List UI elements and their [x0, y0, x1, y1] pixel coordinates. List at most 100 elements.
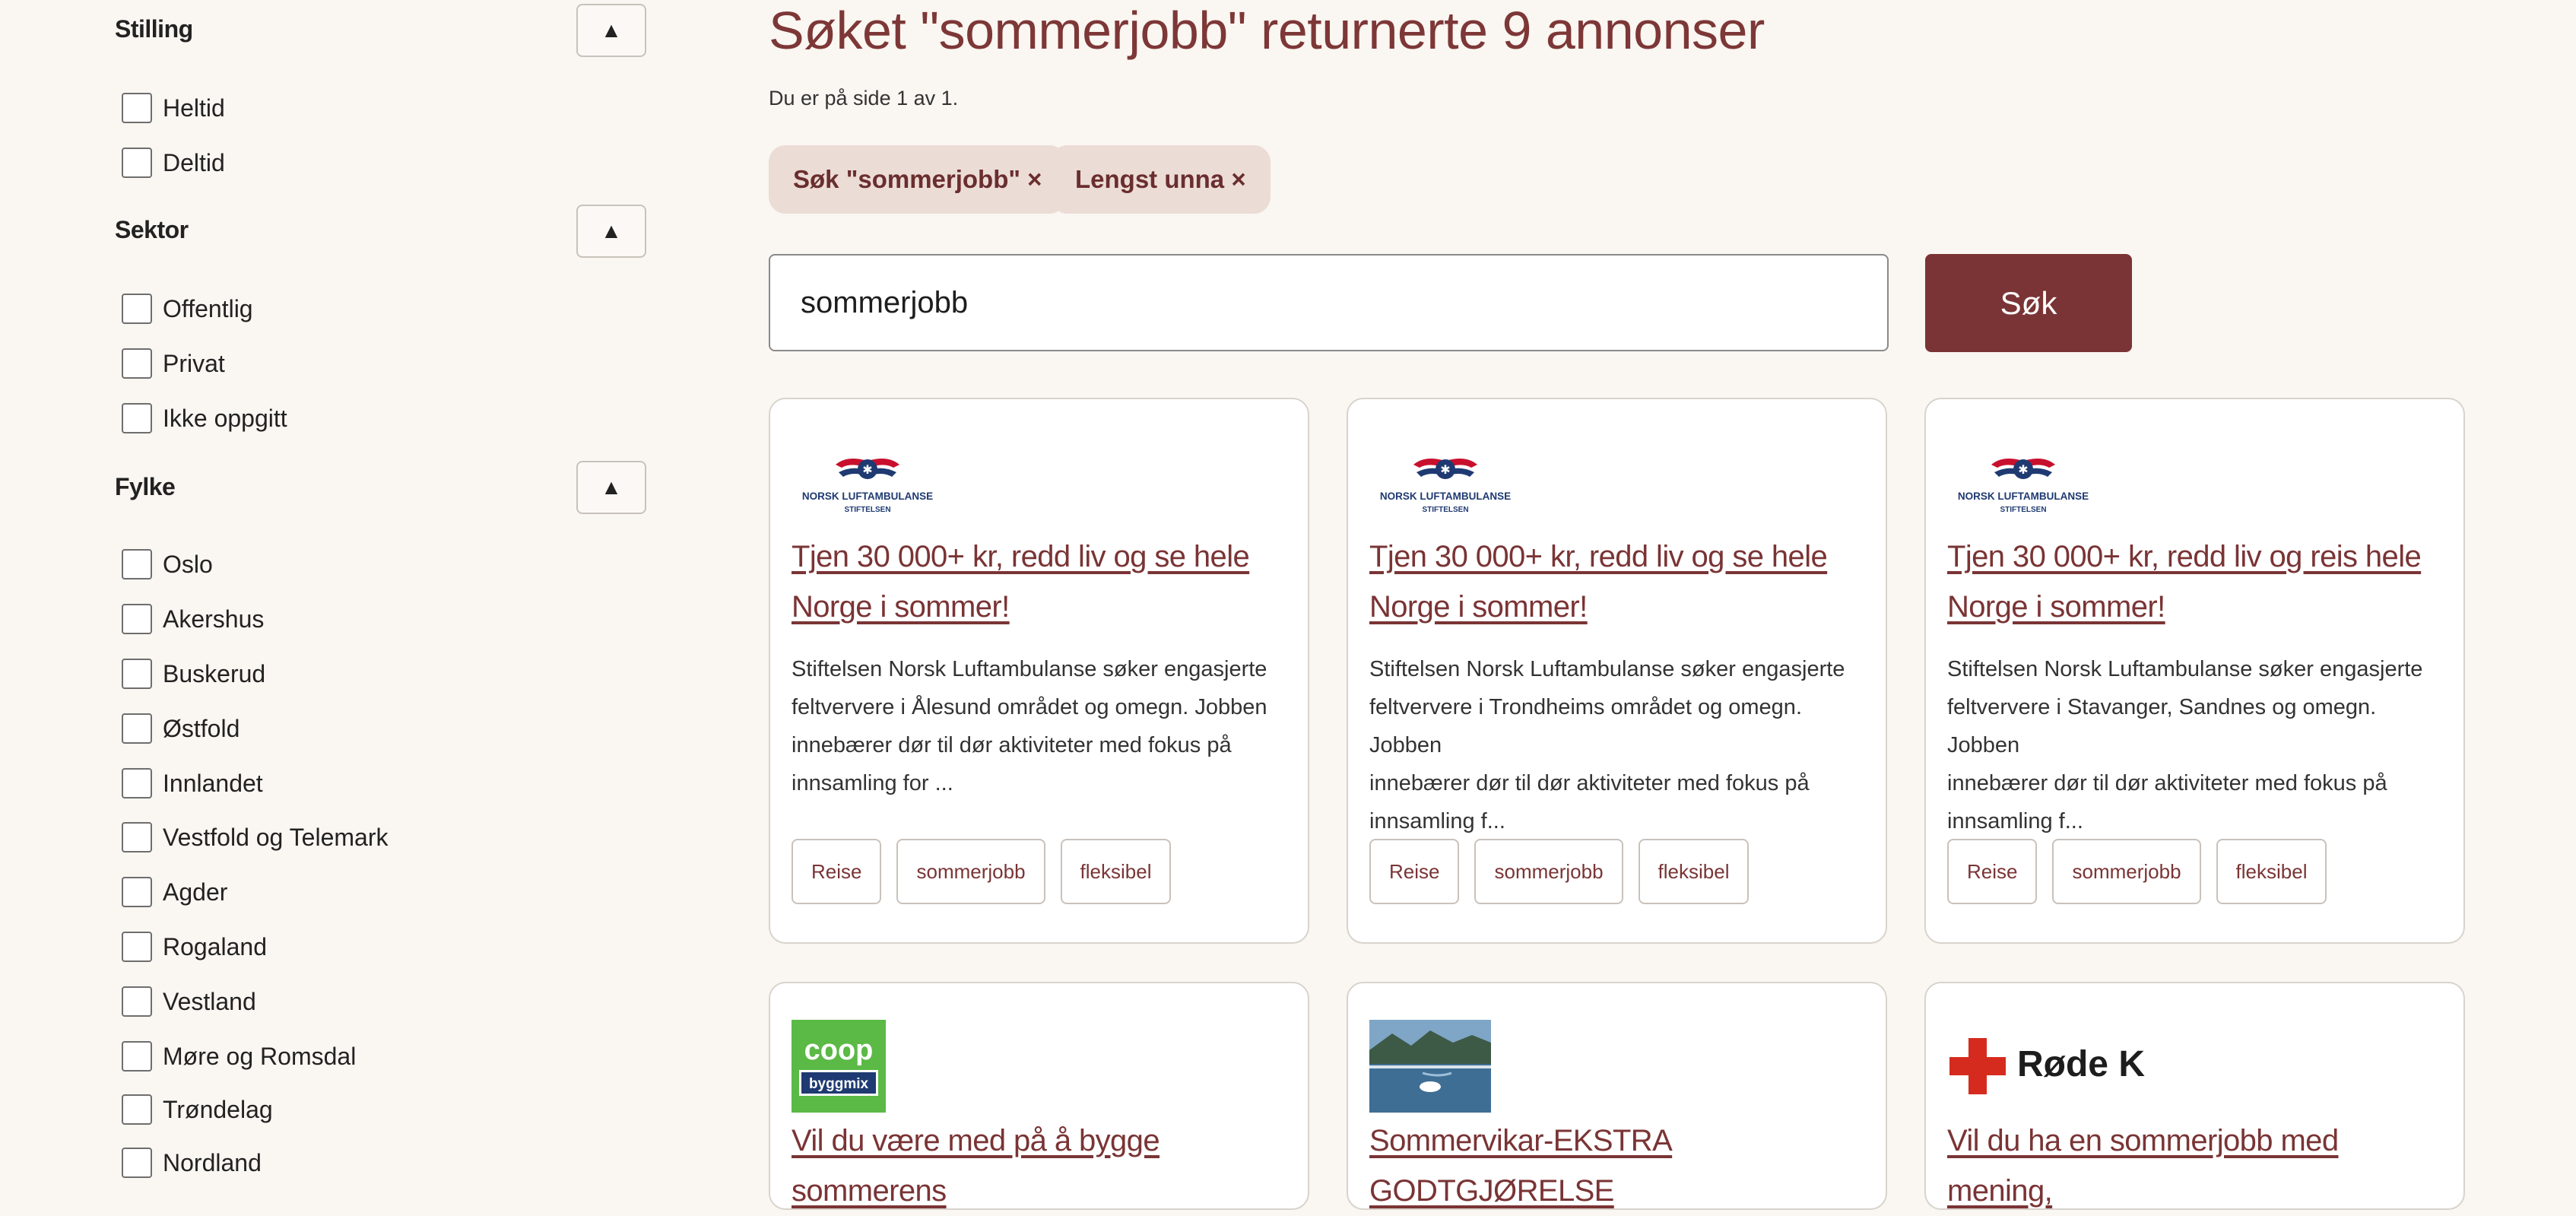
collapse-sektor-button[interactable]: ▲ [576, 205, 646, 258]
filter-option-label: Trøndelag [163, 1095, 273, 1123]
svg-text:STIFTELSEN: STIFTELSEN [2000, 506, 2046, 514]
checkbox[interactable] [122, 148, 152, 178]
active-filter-chip-search[interactable]: Søk "sommerjobb" × [769, 145, 1067, 214]
checkbox[interactable] [122, 1148, 152, 1178]
filter-option-label: Deltid [163, 148, 225, 176]
page-indicator: Du er på side 1 av 1. [769, 87, 959, 110]
filter-option-more-og-romsdal[interactable]: Møre og Romsdal [122, 1039, 356, 1074]
search-button[interactable]: Søk [1925, 254, 2132, 352]
filter-option-vestfold-og-telemark[interactable]: Vestfold og Telemark [122, 820, 388, 855]
filter-option-nordland[interactable]: Nordland [122, 1145, 262, 1180]
svg-text:✱: ✱ [1440, 462, 1450, 477]
job-description: Stiftelsen Norsk Luftambulanse søker eng… [1369, 657, 1845, 833]
tag-reise[interactable]: Reise [1369, 839, 1460, 904]
job-card[interactable]: coop byggmix Vil du være med på å bygge … [769, 982, 1309, 1210]
tag-sommerjobb[interactable]: sommerjobb [2052, 839, 2201, 904]
checkbox[interactable] [122, 348, 152, 379]
tag-fleksibel[interactable]: fleksibel [1060, 839, 1172, 904]
job-title-link[interactable]: Tjen 30 000+ kr, redd liv og reis hele No… [1947, 532, 2449, 632]
job-card[interactable]: ✱ NORSK LUFTAMBULANSE STIFTELSEN Tjen 30… [1924, 398, 2465, 944]
results-title: Søket "sommerjobb" returnerte 9 annonser [769, 1, 1765, 60]
filter-option-ostfold[interactable]: Østfold [122, 711, 240, 746]
checkbox[interactable] [122, 1041, 152, 1072]
tag-sommerjobb[interactable]: sommerjobb [1474, 839, 1623, 904]
filter-option-label: Offentlig [163, 294, 253, 322]
job-title-link[interactable]: Vil du være med på å bygge sommerens [792, 1116, 1293, 1216]
filter-option-label: Agder [163, 878, 228, 906]
job-title-link[interactable]: Sommervikar-EKSTRA GODTGJØRELSE [1369, 1116, 1871, 1216]
filter-section-title-sektor: Sektor [115, 216, 189, 243]
job-title-link[interactable]: Tjen 30 000+ kr, redd liv og se hele Norg… [1369, 532, 1871, 632]
norsk-luftambulanse-logo: ✱ NORSK LUFTAMBULANSE STIFTELSEN [1380, 459, 1511, 514]
job-card[interactable]: Sommervikar-EKSTRA GODTGJØRELSE [1347, 982, 1887, 1210]
checkbox[interactable] [122, 1094, 152, 1125]
filter-option-label: Møre og Romsdal [163, 1042, 357, 1070]
active-filter-chip-sort[interactable]: Lengst unna × [1051, 145, 1271, 214]
job-card[interactable]: Røde Kors Vil du ha en sommerjobb med me… [1924, 982, 2465, 1210]
checkbox[interactable] [122, 403, 152, 433]
job-card[interactable]: ✱ NORSK LUFTAMBULANSE STIFTELSEN Tjen 30… [1347, 398, 1887, 944]
filter-option-privat[interactable]: Privat [122, 346, 225, 381]
tag-fleksibel[interactable]: fleksibel [1638, 839, 1750, 904]
checkbox[interactable] [122, 768, 152, 798]
svg-text:NORSK LUFTAMBULANSE: NORSK LUFTAMBULANSE [1380, 491, 1511, 502]
tag-list: Reise sommerjobb fleksibel [792, 839, 1172, 904]
svg-text:NORSK LUFTAMBULANSE: NORSK LUFTAMBULANSE [802, 491, 933, 502]
svg-text:coop: coop [804, 1034, 874, 1066]
search-input[interactable] [769, 254, 1889, 351]
filter-option-heltid[interactable]: Heltid [122, 90, 225, 125]
tag-reise[interactable]: Reise [792, 839, 882, 904]
filter-option-trondelag[interactable]: Trøndelag [122, 1092, 273, 1127]
filter-section-title-stilling: Stilling [115, 15, 193, 43]
checkbox[interactable] [122, 659, 152, 689]
filter-option-ikke-oppgitt[interactable]: Ikke oppgitt [122, 401, 287, 436]
tag-list: Reise sommerjobb fleksibel [1947, 839, 2327, 904]
filter-option-deltid[interactable]: Deltid [122, 145, 225, 180]
svg-text:NORSK LUFTAMBULANSE: NORSK LUFTAMBULANSE [1958, 491, 2089, 502]
filter-option-label: Privat [163, 349, 225, 377]
norsk-luftambulanse-logo: ✱ NORSK LUFTAMBULANSE STIFTELSEN [1958, 459, 2089, 514]
checkbox[interactable] [122, 93, 152, 123]
filter-option-vestland[interactable]: Vestland [122, 984, 256, 1019]
filter-sidebar: Stilling ▲ Heltid Deltid Sektor ▲ Offent… [0, 0, 684, 1178]
checkbox[interactable] [122, 822, 152, 852]
filter-option-agder[interactable]: Agder [122, 875, 227, 910]
tag-fleksibel[interactable]: fleksibel [2216, 839, 2327, 904]
filter-option-label: Heltid [163, 94, 225, 122]
checkbox[interactable] [122, 713, 152, 744]
checkbox[interactable] [122, 877, 152, 907]
checkbox[interactable] [122, 986, 152, 1017]
filter-option-offentlig[interactable]: Offentlig [122, 291, 253, 326]
svg-text:STIFTELSEN: STIFTELSEN [1422, 506, 1468, 514]
collapse-fylke-button[interactable]: ▲ [576, 461, 646, 514]
tag-sommerjobb[interactable]: sommerjobb [896, 839, 1045, 904]
tag-list: Reise sommerjobb fleksibel [1369, 839, 1750, 904]
filter-option-label: Vestfold og Telemark [163, 823, 389, 851]
job-title-link[interactable]: Tjen 30 000+ kr, redd liv og se hele Norg… [792, 532, 1293, 632]
checkbox[interactable] [122, 549, 152, 579]
filter-option-buskerud[interactable]: Buskerud [122, 656, 265, 691]
filter-option-oslo[interactable]: Oslo [122, 547, 213, 582]
svg-text:Røde Kors: Røde Kors [2017, 1044, 2145, 1084]
filter-option-label: Oslo [163, 550, 213, 578]
filter-option-label: Rogaland [163, 932, 267, 960]
checkbox[interactable] [122, 604, 152, 634]
job-title-link[interactable]: Vil du ha en sommerjobb med mening, [1947, 1116, 2449, 1216]
svg-text:byggmix: byggmix [809, 1076, 869, 1092]
svg-text:STIFTELSEN: STIFTELSEN [844, 506, 890, 514]
tag-reise[interactable]: Reise [1947, 839, 2038, 904]
filter-option-akershus[interactable]: Akershus [122, 602, 264, 637]
norsk-luftambulanse-logo: ✱ NORSK LUFTAMBULANSE STIFTELSEN [802, 459, 933, 514]
coop-byggmix-logo: coop byggmix [792, 1020, 886, 1113]
checkbox[interactable] [122, 294, 152, 324]
svg-text:✱: ✱ [862, 462, 872, 477]
filter-option-label: Nordland [163, 1148, 262, 1176]
job-card[interactable]: ✱ NORSK LUFTAMBULANSE STIFTELSEN Tjen 30… [769, 398, 1309, 944]
checkbox[interactable] [122, 932, 152, 962]
filter-option-rogaland[interactable]: Rogaland [122, 929, 267, 964]
collapse-stilling-button[interactable]: ▲ [576, 4, 646, 57]
job-description: Stiftelsen Norsk Luftambulanse søker eng… [1947, 657, 2423, 833]
filter-option-label: Vestland [163, 987, 256, 1015]
filter-option-label: Buskerud [163, 659, 266, 687]
filter-option-innlandet[interactable]: Innlandet [122, 766, 263, 801]
